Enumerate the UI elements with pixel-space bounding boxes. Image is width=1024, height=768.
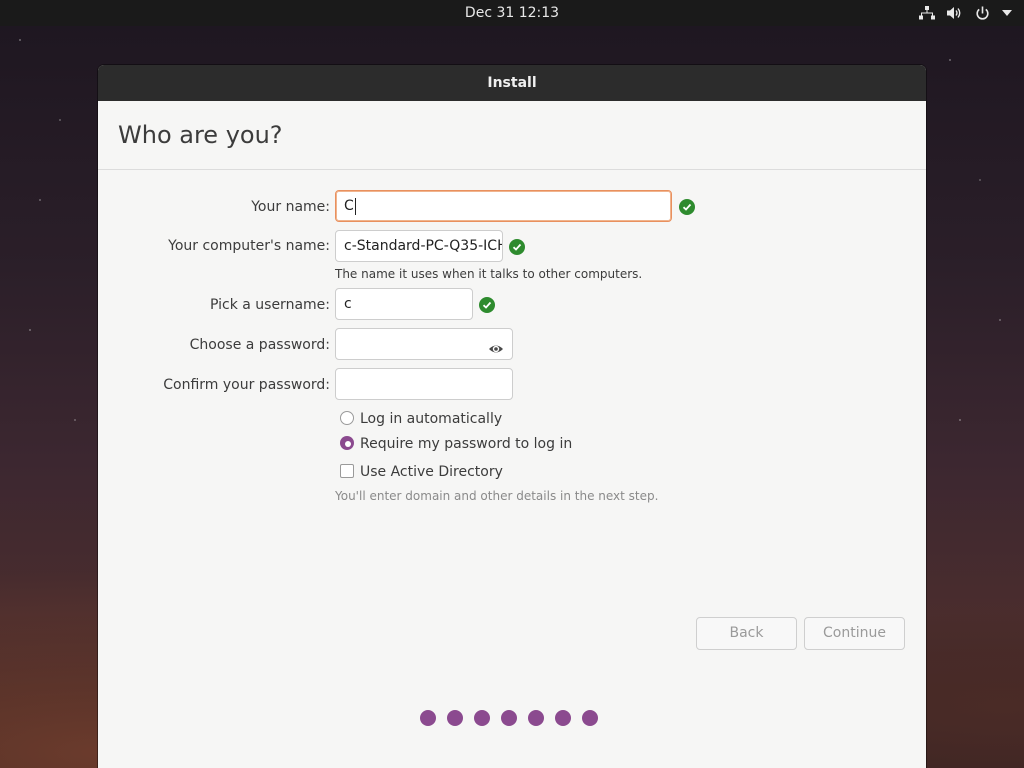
your-name-row: Your name: — [98, 190, 330, 224]
progress-dot — [474, 710, 490, 726]
chevron-down-icon[interactable] — [1002, 10, 1012, 16]
username-label: Pick a username: — [209, 297, 330, 313]
system-tray[interactable] — [919, 0, 1012, 26]
network-icon[interactable] — [919, 6, 935, 20]
radio-require-password[interactable] — [340, 436, 354, 450]
progress-dot — [447, 710, 463, 726]
computer-name-input[interactable]: c-Standard-PC-Q35-ICH — [335, 230, 503, 262]
check-icon — [509, 239, 525, 255]
computer-name-row: Your computer's name: — [98, 229, 330, 263]
radio-login-automatically[interactable] — [340, 411, 354, 425]
text-caret — [354, 197, 356, 215]
progress-dot — [555, 710, 571, 726]
password-row: Choose a password: — [98, 328, 330, 362]
check-icon — [679, 199, 695, 215]
progress-dot — [501, 710, 517, 726]
computer-name-label: Your computer's name: — [168, 238, 330, 254]
active-directory-label: Use Active Directory — [360, 464, 503, 480]
login-automatically-label: Log in automatically — [360, 411, 503, 427]
installer-window: Install Who are you? Your name: C Your c… — [98, 65, 926, 768]
top-bar: Dec 31 12:13 — [0, 0, 1024, 26]
progress-dot — [528, 710, 544, 726]
active-directory-hint: You'll enter domain and other details in… — [335, 489, 659, 503]
volume-icon[interactable] — [947, 6, 963, 20]
power-icon[interactable] — [975, 6, 990, 21]
your-name-value: C — [344, 198, 354, 214]
active-directory-checkbox[interactable] — [340, 464, 354, 478]
progress-dot — [582, 710, 598, 726]
progress-dot — [420, 710, 436, 726]
page-header: Who are you? — [98, 101, 926, 170]
username-input[interactable]: c — [335, 288, 473, 320]
confirm-password-label: Confirm your password: — [163, 377, 330, 393]
page-title: Who are you? — [118, 121, 283, 149]
window-title: Install — [98, 65, 926, 101]
progress-dots — [420, 710, 598, 726]
your-name-label: Your name: — [251, 199, 330, 215]
check-icon — [479, 297, 495, 313]
confirm-password-input[interactable] — [335, 368, 513, 400]
back-button[interactable]: Back — [696, 617, 797, 650]
your-name-input[interactable]: C — [335, 190, 672, 222]
computer-name-value: c-Standard-PC-Q35-ICH — [344, 238, 503, 254]
username-row: Pick a username: — [98, 288, 330, 322]
clock[interactable]: Dec 31 12:13 — [0, 0, 1024, 26]
require-password-label: Require my password to log in — [360, 436, 573, 452]
password-label: Choose a password: — [189, 337, 330, 353]
eye-icon[interactable] — [488, 337, 504, 359]
password-input[interactable] — [335, 328, 513, 360]
continue-button[interactable]: Continue — [804, 617, 905, 650]
username-value: c — [344, 296, 352, 312]
confirm-password-row: Confirm your password: — [98, 368, 330, 402]
computer-name-hint: The name it uses when it talks to other … — [335, 267, 643, 281]
